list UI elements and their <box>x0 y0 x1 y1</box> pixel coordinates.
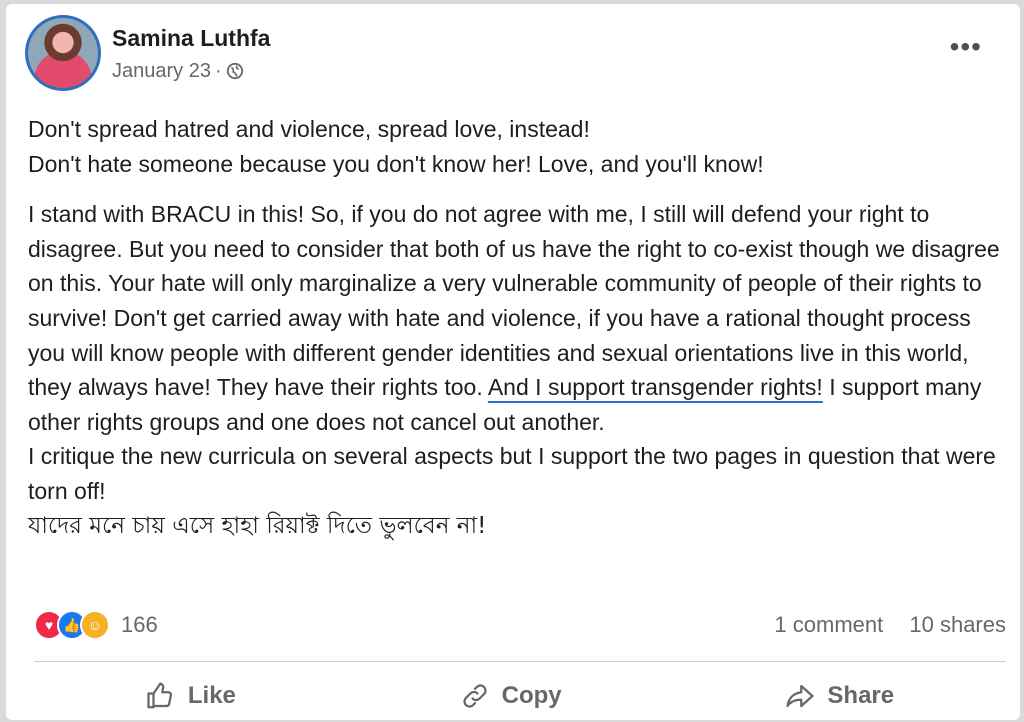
share-label: Share <box>827 682 895 709</box>
link-icon <box>463 684 487 708</box>
post-date-row: January 23 · <box>112 60 270 83</box>
post-header: Samina Luthfa January 23 · <box>28 18 270 88</box>
date-separator: · <box>214 59 222 82</box>
share-count[interactable]: 10 shares <box>909 612 1006 637</box>
share-button[interactable]: Share <box>785 681 894 711</box>
more-options-icon[interactable]: ••• <box>950 33 982 61</box>
post-card: Samina Luthfa January 23 · ••• Don't spr… <box>6 4 1020 720</box>
post-meta: Samina Luthfa January 23 · <box>112 24 270 83</box>
share-arrow-icon <box>786 684 815 708</box>
like-button[interactable]: Like <box>146 681 236 711</box>
reaction-count: 166 <box>121 612 158 637</box>
post-body: Don't spread hatred and violence, spread… <box>28 112 1008 543</box>
reactions-summary[interactable]: ♥ 👍 ☺ 166 <box>34 610 158 640</box>
copy-button[interactable]: Copy <box>460 681 562 711</box>
globe-icon[interactable] <box>226 62 244 80</box>
like-label: Like <box>187 682 236 709</box>
copy-label: Copy <box>501 682 562 709</box>
post-line: Don't hate someone because you don't kno… <box>28 150 764 177</box>
body-text: I stand with BRACU in this! So, if you d… <box>28 201 1000 401</box>
action-bar: Like Copy Share <box>34 672 1006 720</box>
avatar[interactable] <box>28 18 98 88</box>
post-paragraph-main: I stand with BRACU in this! So, if you d… <box>28 197 1008 439</box>
post-paragraph-critique: I critique the new curricula on several … <box>28 443 996 504</box>
comment-count[interactable]: 1 comment <box>774 612 883 637</box>
post-line: Don't spread hatred and violence, spread… <box>28 116 590 142</box>
divider <box>34 661 1006 662</box>
post-stats: ♥ 👍 ☺ 166 1 comment 10 shares <box>34 608 1006 642</box>
thumbs-up-icon <box>147 682 172 709</box>
author-name[interactable]: Samina Luthfa <box>112 24 270 52</box>
post-bangla-line: যাদের মনে চায় এসে হাহা রিয়াক্ট দিতে ভু… <box>28 512 487 539</box>
post-date[interactable]: January 23 <box>112 60 211 83</box>
engagement-counts: 1 comment 10 shares <box>754 612 1006 638</box>
underlined-text: And I support transgender rights! <box>487 374 823 401</box>
care-reaction-icon: ☺ <box>80 610 110 640</box>
